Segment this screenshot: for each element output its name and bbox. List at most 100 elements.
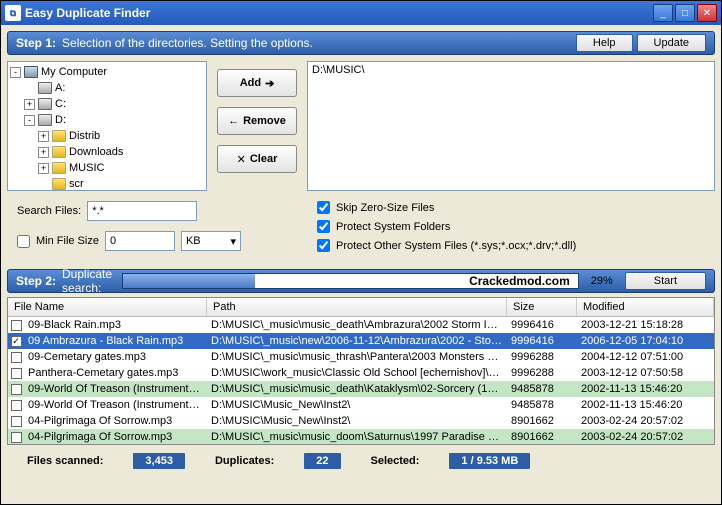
row-checkbox[interactable] (11, 432, 22, 443)
duplicates-value: 22 (304, 453, 340, 469)
duplicates-label: Duplicates: (215, 455, 274, 467)
protect-other-label: Protect Other System Files (*.sys;*.ocx;… (336, 240, 576, 252)
progress-fill (123, 274, 255, 288)
col-path[interactable]: Path (207, 298, 507, 316)
cell-modified: 2004-12-12 07:51:00 (577, 351, 714, 363)
cell-path: D:\MUSIC\_music\music_doom\Saturnus\1997… (207, 431, 507, 443)
update-button[interactable]: Update (637, 34, 706, 52)
table-row[interactable]: 09-World Of Treason (Instrumental ...D:\… (8, 381, 714, 397)
table-row[interactable]: 04-Pilgrimaga Of Sorrow.mp3D:\MUSIC\Musi… (8, 413, 714, 429)
directory-tree[interactable]: - My Computer A: + C: - D: + Distrib + Downlo… (7, 61, 207, 191)
drive-icon (38, 98, 52, 110)
cell-modified: 2003-02-24 20:57:02 (577, 415, 714, 427)
cell-size: 9996288 (507, 367, 577, 379)
min-file-size-checkbox[interactable] (17, 235, 30, 248)
cell-path: D:\MUSIC\_music\new\2006-11-12\Ambrazura… (207, 335, 507, 347)
cell-size: 9485878 (507, 383, 577, 395)
search-files-label: Search Files: (17, 205, 81, 217)
table-row[interactable]: 09-World Of Treason (Instrumental ...D:\… (8, 397, 714, 413)
scanned-label: Files scanned: (27, 455, 103, 467)
folder-icon (52, 162, 66, 174)
tree-collapse-icon[interactable]: - (24, 115, 35, 126)
tree-collapse-icon[interactable]: - (10, 67, 21, 78)
help-button[interactable]: Help (576, 34, 633, 52)
cell-modified: 2003-02-24 20:57:02 (577, 431, 714, 443)
col-modified[interactable]: Modified (577, 298, 714, 316)
tree-folder[interactable]: Downloads (69, 146, 123, 158)
folder-icon (52, 130, 66, 142)
cell-path: D:\MUSIC\_music\music_death\Kataklysm\02… (207, 383, 507, 395)
min-file-size-input[interactable] (105, 231, 175, 251)
maximize-button[interactable]: □ (675, 4, 695, 22)
start-button[interactable]: Start (625, 272, 706, 290)
tree-expand-icon[interactable]: + (38, 163, 49, 174)
protect-other-checkbox[interactable] (317, 239, 330, 252)
cell-size: 9996416 (507, 335, 577, 347)
tree-root[interactable]: My Computer (41, 66, 107, 78)
cell-filename: Panthera-Cemetary gates.mp3 (24, 367, 207, 379)
cell-modified: 2003-12-12 07:50:58 (577, 367, 714, 379)
chevron-down-icon: ▾ (230, 235, 236, 248)
row-checkbox[interactable] (11, 416, 22, 427)
table-row[interactable]: 04-Pilgrimaga Of Sorrow.mp3D:\MUSIC\_mus… (8, 429, 714, 445)
col-size[interactable]: Size (507, 298, 577, 316)
tree-expand-icon[interactable]: + (38, 131, 49, 142)
cell-path: D:\MUSIC\_music\music_death\Ambrazura\20… (207, 319, 507, 331)
cell-filename: 09-World Of Treason (Instrumental ... (24, 383, 207, 395)
size-unit-combo[interactable]: KB▾ (181, 231, 241, 251)
tree-drive[interactable]: A: (55, 82, 65, 94)
cell-size: 8901662 (507, 415, 577, 427)
remove-button[interactable]: ←Remove (217, 107, 297, 135)
row-checkbox[interactable] (11, 384, 22, 395)
folder-icon (52, 178, 66, 190)
protect-system-label: Protect System Folders (336, 221, 450, 233)
cell-size: 9996288 (507, 351, 577, 363)
arrow-right-icon (265, 77, 274, 90)
scanned-value: 3,453 (133, 453, 185, 469)
cell-size: 9485878 (507, 399, 577, 411)
step1-label: Step 1: (16, 36, 56, 50)
add-button[interactable]: Add (217, 69, 297, 97)
step2-label: Step 2: (16, 274, 56, 288)
col-filename[interactable]: File Name (8, 298, 207, 316)
row-checkbox[interactable]: ✓ (11, 336, 22, 347)
cell-modified: 2002-11-13 15:46:20 (577, 383, 714, 395)
tree-drive[interactable]: D: (55, 114, 66, 126)
row-checkbox[interactable] (11, 400, 22, 411)
tree-expand-icon[interactable]: + (38, 147, 49, 158)
step1-desc: Selection of the directories. Setting th… (62, 36, 572, 50)
tree-folder[interactable]: Distrib (69, 130, 100, 142)
progress-bar: Crackedmod.com (122, 273, 579, 289)
skip-zero-checkbox[interactable] (317, 201, 330, 214)
table-row[interactable]: 09-Cemetary gates.mp3D:\MUSIC\_music\mus… (8, 349, 714, 365)
x-icon (237, 153, 246, 166)
table-row[interactable]: 09-Black Rain.mp3D:\MUSIC\_music\music_d… (8, 317, 714, 333)
tree-expand-icon[interactable]: + (24, 99, 35, 110)
cell-size: 8901662 (507, 431, 577, 443)
row-checkbox[interactable] (11, 320, 22, 331)
cell-filename: 04-Pilgrimaga Of Sorrow.mp3 (24, 415, 207, 427)
search-files-input[interactable] (87, 201, 197, 221)
protect-system-checkbox[interactable] (317, 220, 330, 233)
tree-folder[interactable]: MUSIC (69, 162, 104, 174)
tree-drive[interactable]: C: (55, 98, 66, 110)
watermark-text: Crackedmod.com (469, 274, 570, 288)
row-checkbox[interactable] (11, 352, 22, 363)
cell-size: 9996416 (507, 319, 577, 331)
table-body[interactable]: 09-Black Rain.mp3D:\MUSIC\_music\music_d… (8, 317, 714, 445)
cell-filename: 09 Ambrazura - Black Rain.mp3 (24, 335, 207, 347)
minimize-button[interactable]: _ (653, 4, 673, 22)
table-row[interactable]: Panthera-Cemetary gates.mp3D:\MUSIC\work… (8, 365, 714, 381)
window-title: Easy Duplicate Finder (25, 6, 653, 20)
row-checkbox[interactable] (11, 368, 22, 379)
skip-zero-label: Skip Zero-Size Files (336, 202, 434, 214)
selected-directory[interactable]: D:\MUSIC\ (312, 64, 710, 76)
folder-icon (52, 146, 66, 158)
clear-button[interactable]: Clear (217, 145, 297, 173)
selected-directories-list[interactable]: D:\MUSIC\ (307, 61, 715, 191)
tree-folder[interactable]: scr (69, 178, 84, 190)
close-button[interactable]: ✕ (697, 4, 717, 22)
cell-modified: 2003-12-21 15:18:28 (577, 319, 714, 331)
arrow-left-icon: ← (228, 115, 239, 127)
table-row[interactable]: ✓09 Ambrazura - Black Rain.mp3D:\MUSIC\_… (8, 333, 714, 349)
